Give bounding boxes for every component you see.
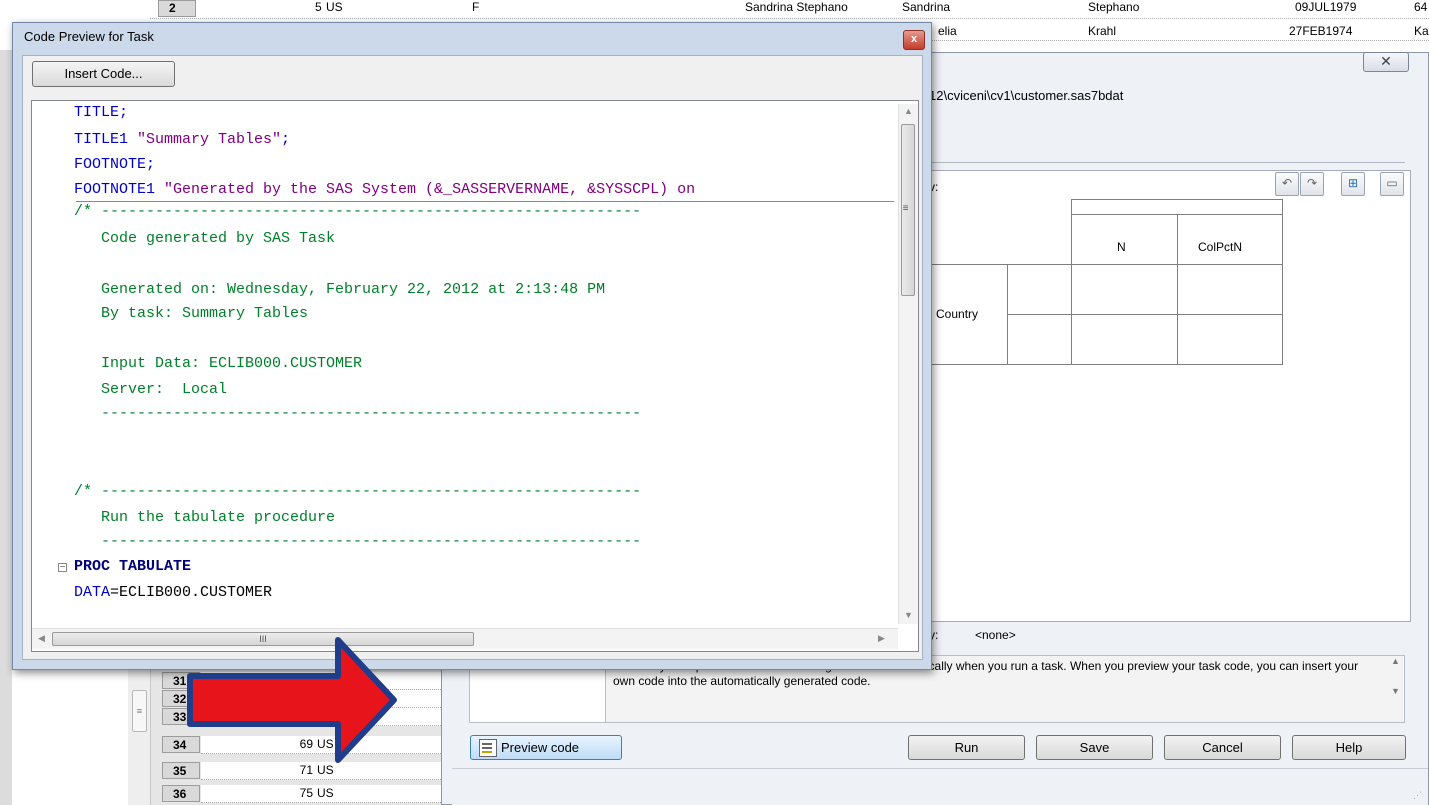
- code-line: FOOTNOTE1 "Generated by the SAS System (…: [74, 181, 696, 198]
- column-colpct-label: ColPctN: [1198, 240, 1243, 254]
- scrollbar-grip-icon: ≡: [902, 203, 909, 214]
- cell-date: 27FEB1974: [1289, 24, 1353, 38]
- cell-country: US: [326, 0, 343, 14]
- close-icon[interactable]: x: [903, 30, 925, 50]
- code-horizontal-scrollbar[interactable]: ◀ III ▶: [32, 628, 898, 649]
- help-button[interactable]: Help: [1292, 735, 1406, 760]
- collapse-icon[interactable]: −: [58, 563, 67, 573]
- table-cell[interactable]: [1071, 314, 1178, 365]
- cell-value: 5: [315, 0, 322, 14]
- code-line: Input Data: ECLIB000.CUSTOMER: [74, 355, 363, 372]
- close-icon[interactable]: ✕: [1363, 52, 1409, 72]
- table-row: 2 5 US F Sandrina Stephano Sandrina Step…: [150, 0, 1429, 19]
- code-line: TITLE;: [74, 104, 129, 121]
- code-line: /* -------------------------------------…: [74, 483, 642, 500]
- window-title: Code Preview for Task: [24, 29, 154, 44]
- cancel-button[interactable]: Cancel: [1164, 735, 1281, 760]
- row-country-label: Country: [936, 307, 979, 321]
- code-line: DATA=ECLIB000.CUSTOMER: [74, 584, 273, 601]
- scroll-right-icon[interactable]: ▶: [878, 633, 885, 644]
- red-arrow-icon: [187, 637, 397, 763]
- maximize-icon[interactable]: ▭: [1380, 172, 1404, 196]
- cell-date: 09JUL1979: [1295, 0, 1357, 14]
- cell-first-name: Sandrina: [902, 0, 951, 14]
- code-line: Run the tabulate procedure: [74, 509, 336, 526]
- row-number[interactable]: 36: [162, 785, 200, 802]
- left-strip: [0, 50, 12, 805]
- code-line: FOOTNOTE;: [74, 156, 156, 173]
- redo-icon[interactable]: ↷: [1300, 172, 1324, 196]
- fold-separator: [76, 201, 894, 202]
- run-button[interactable]: Run: [908, 735, 1025, 760]
- cell-full-name: Sandrina Stephano: [745, 0, 848, 14]
- undo-icon[interactable]: ↶: [1275, 172, 1299, 196]
- code-line: TITLE1 "Summary Tables";: [74, 131, 291, 148]
- data-source-path: 12\cviceni\cv1\customer.sas7bdat: [929, 88, 1124, 103]
- code-vertical-scrollbar[interactable]: ▲ ▼: [898, 104, 918, 624]
- table-row[interactable]: 71 US: [201, 762, 441, 780]
- divider: [929, 162, 1405, 163]
- code-line: By task: Summary Tables: [74, 305, 309, 322]
- scroll-down-icon[interactable]: ▼: [904, 610, 913, 620]
- description-scrollbar[interactable]: ▲ ▼: [1387, 656, 1404, 722]
- code-line: /* -------------------------------------…: [74, 203, 642, 220]
- cell-last-name: Stephano: [1088, 0, 1140, 14]
- code-line: PROC TABULATE: [74, 558, 192, 575]
- scroll-up-icon[interactable]: ▲: [904, 106, 913, 116]
- cell-last-name: Krahl: [1088, 24, 1117, 38]
- cell-extra: Ka: [1414, 24, 1429, 38]
- code-line: ----------------------------------------…: [74, 533, 642, 550]
- status-bar: ⋰: [452, 768, 1428, 805]
- column-n-label: N: [1117, 240, 1126, 254]
- cell-extra: 64: [1414, 0, 1428, 14]
- insert-code-button[interactable]: Insert Code...: [32, 61, 175, 87]
- scroll-thumb[interactable]: ≡: [132, 690, 147, 732]
- table-cell[interactable]: [1007, 314, 1072, 365]
- table-cell[interactable]: [1177, 314, 1283, 365]
- table-row[interactable]: 75 US: [201, 785, 441, 803]
- table-header-box[interactable]: [1071, 199, 1283, 215]
- cell-first-name: elia: [938, 24, 957, 38]
- pivot-icon[interactable]: ⊞: [1341, 172, 1365, 196]
- table-cell[interactable]: [1007, 264, 1072, 315]
- cell-gender: F: [472, 0, 480, 14]
- code-line: Generated on: Wednesday, February 22, 20…: [74, 281, 606, 298]
- preview-code-icon: [479, 739, 497, 757]
- table-cell[interactable]: [1177, 264, 1283, 315]
- code-line: ----------------------------------------…: [74, 405, 642, 422]
- resize-grip-icon[interactable]: ⋰: [1413, 790, 1422, 801]
- row-number[interactable]: 35: [162, 762, 200, 779]
- preview-code-button[interactable]: Preview code: [470, 735, 622, 760]
- scroll-left-icon[interactable]: ◀: [38, 633, 45, 644]
- order-value: <none>: [975, 628, 1016, 642]
- table-cell[interactable]: [1071, 264, 1178, 315]
- code-line: Server: Local: [74, 381, 228, 398]
- row-number: 2: [158, 0, 196, 17]
- save-button[interactable]: Save: [1036, 735, 1153, 760]
- code-line: Code generated by SAS Task: [74, 230, 336, 247]
- arrow-shape: [187, 637, 397, 763]
